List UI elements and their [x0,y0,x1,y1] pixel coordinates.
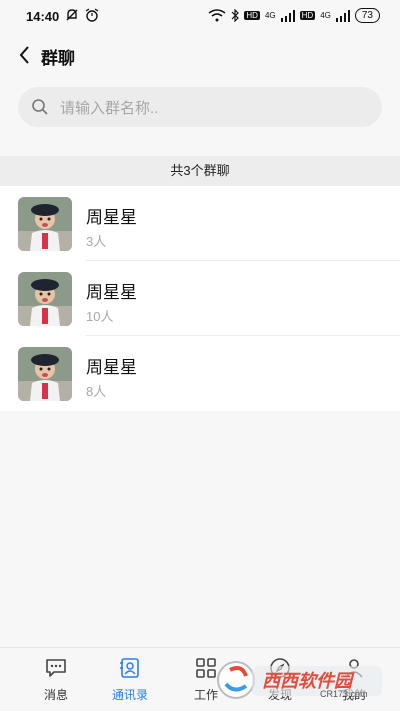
group-member-count: 3人 [86,234,107,249]
back-arrow-icon[interactable] [16,44,34,66]
search-input[interactable] [58,95,362,121]
group-name: 周星星 [86,208,137,227]
hd-badge-2: HD [299,11,316,20]
group-name: 周星星 [86,358,137,377]
search-bar[interactable] [18,87,382,127]
group-avatar [18,197,72,251]
contacts-book-icon [120,658,139,678]
group-row[interactable]: 周星星 10人 [0,261,400,336]
tab-contacts[interactable]: 通讯录 [90,648,170,711]
network-type: 4G [264,11,276,20]
page-title: 群聊 [41,49,75,68]
group-member-count: 10人 [86,309,114,324]
network-type-2: 4G [320,11,331,20]
group-list: 周星星 3人 周星星 10人 周星星 8人 [0,186,400,411]
group-name: 周星星 [86,283,137,302]
battery-indicator: 73 [354,8,380,23]
chat-bubble-icon [46,659,66,677]
signal-icon [280,9,295,22]
alarm-icon [85,8,99,22]
bluetooth-icon [231,9,240,22]
mute-bell-icon [66,9,78,21]
watermark-url: CR173.com [320,689,368,699]
group-row[interactable]: 周星星 8人 [0,336,400,411]
nav-header: 群聊 [0,34,400,78]
site-watermark: 西西软件园 CR173.com [212,654,388,704]
group-row[interactable]: 周星星 3人 [0,186,400,261]
wifi-icon [208,9,226,22]
group-member-count: 8人 [86,384,107,399]
tab-messages[interactable]: 消息 [16,648,96,711]
status-bar: 14:40 HD 4G HD 4G 73 [0,0,400,34]
tab-label: 通讯录 [111,688,148,702]
search-icon [32,99,48,115]
group-count-header: 共3个群聊 [0,156,400,186]
hd-badge: HD [244,11,260,20]
signal-icon-2 [335,9,350,22]
group-avatar [18,347,72,401]
status-time: 14:40 [26,9,60,24]
group-avatar [18,272,72,326]
tab-label: 消息 [43,688,68,702]
